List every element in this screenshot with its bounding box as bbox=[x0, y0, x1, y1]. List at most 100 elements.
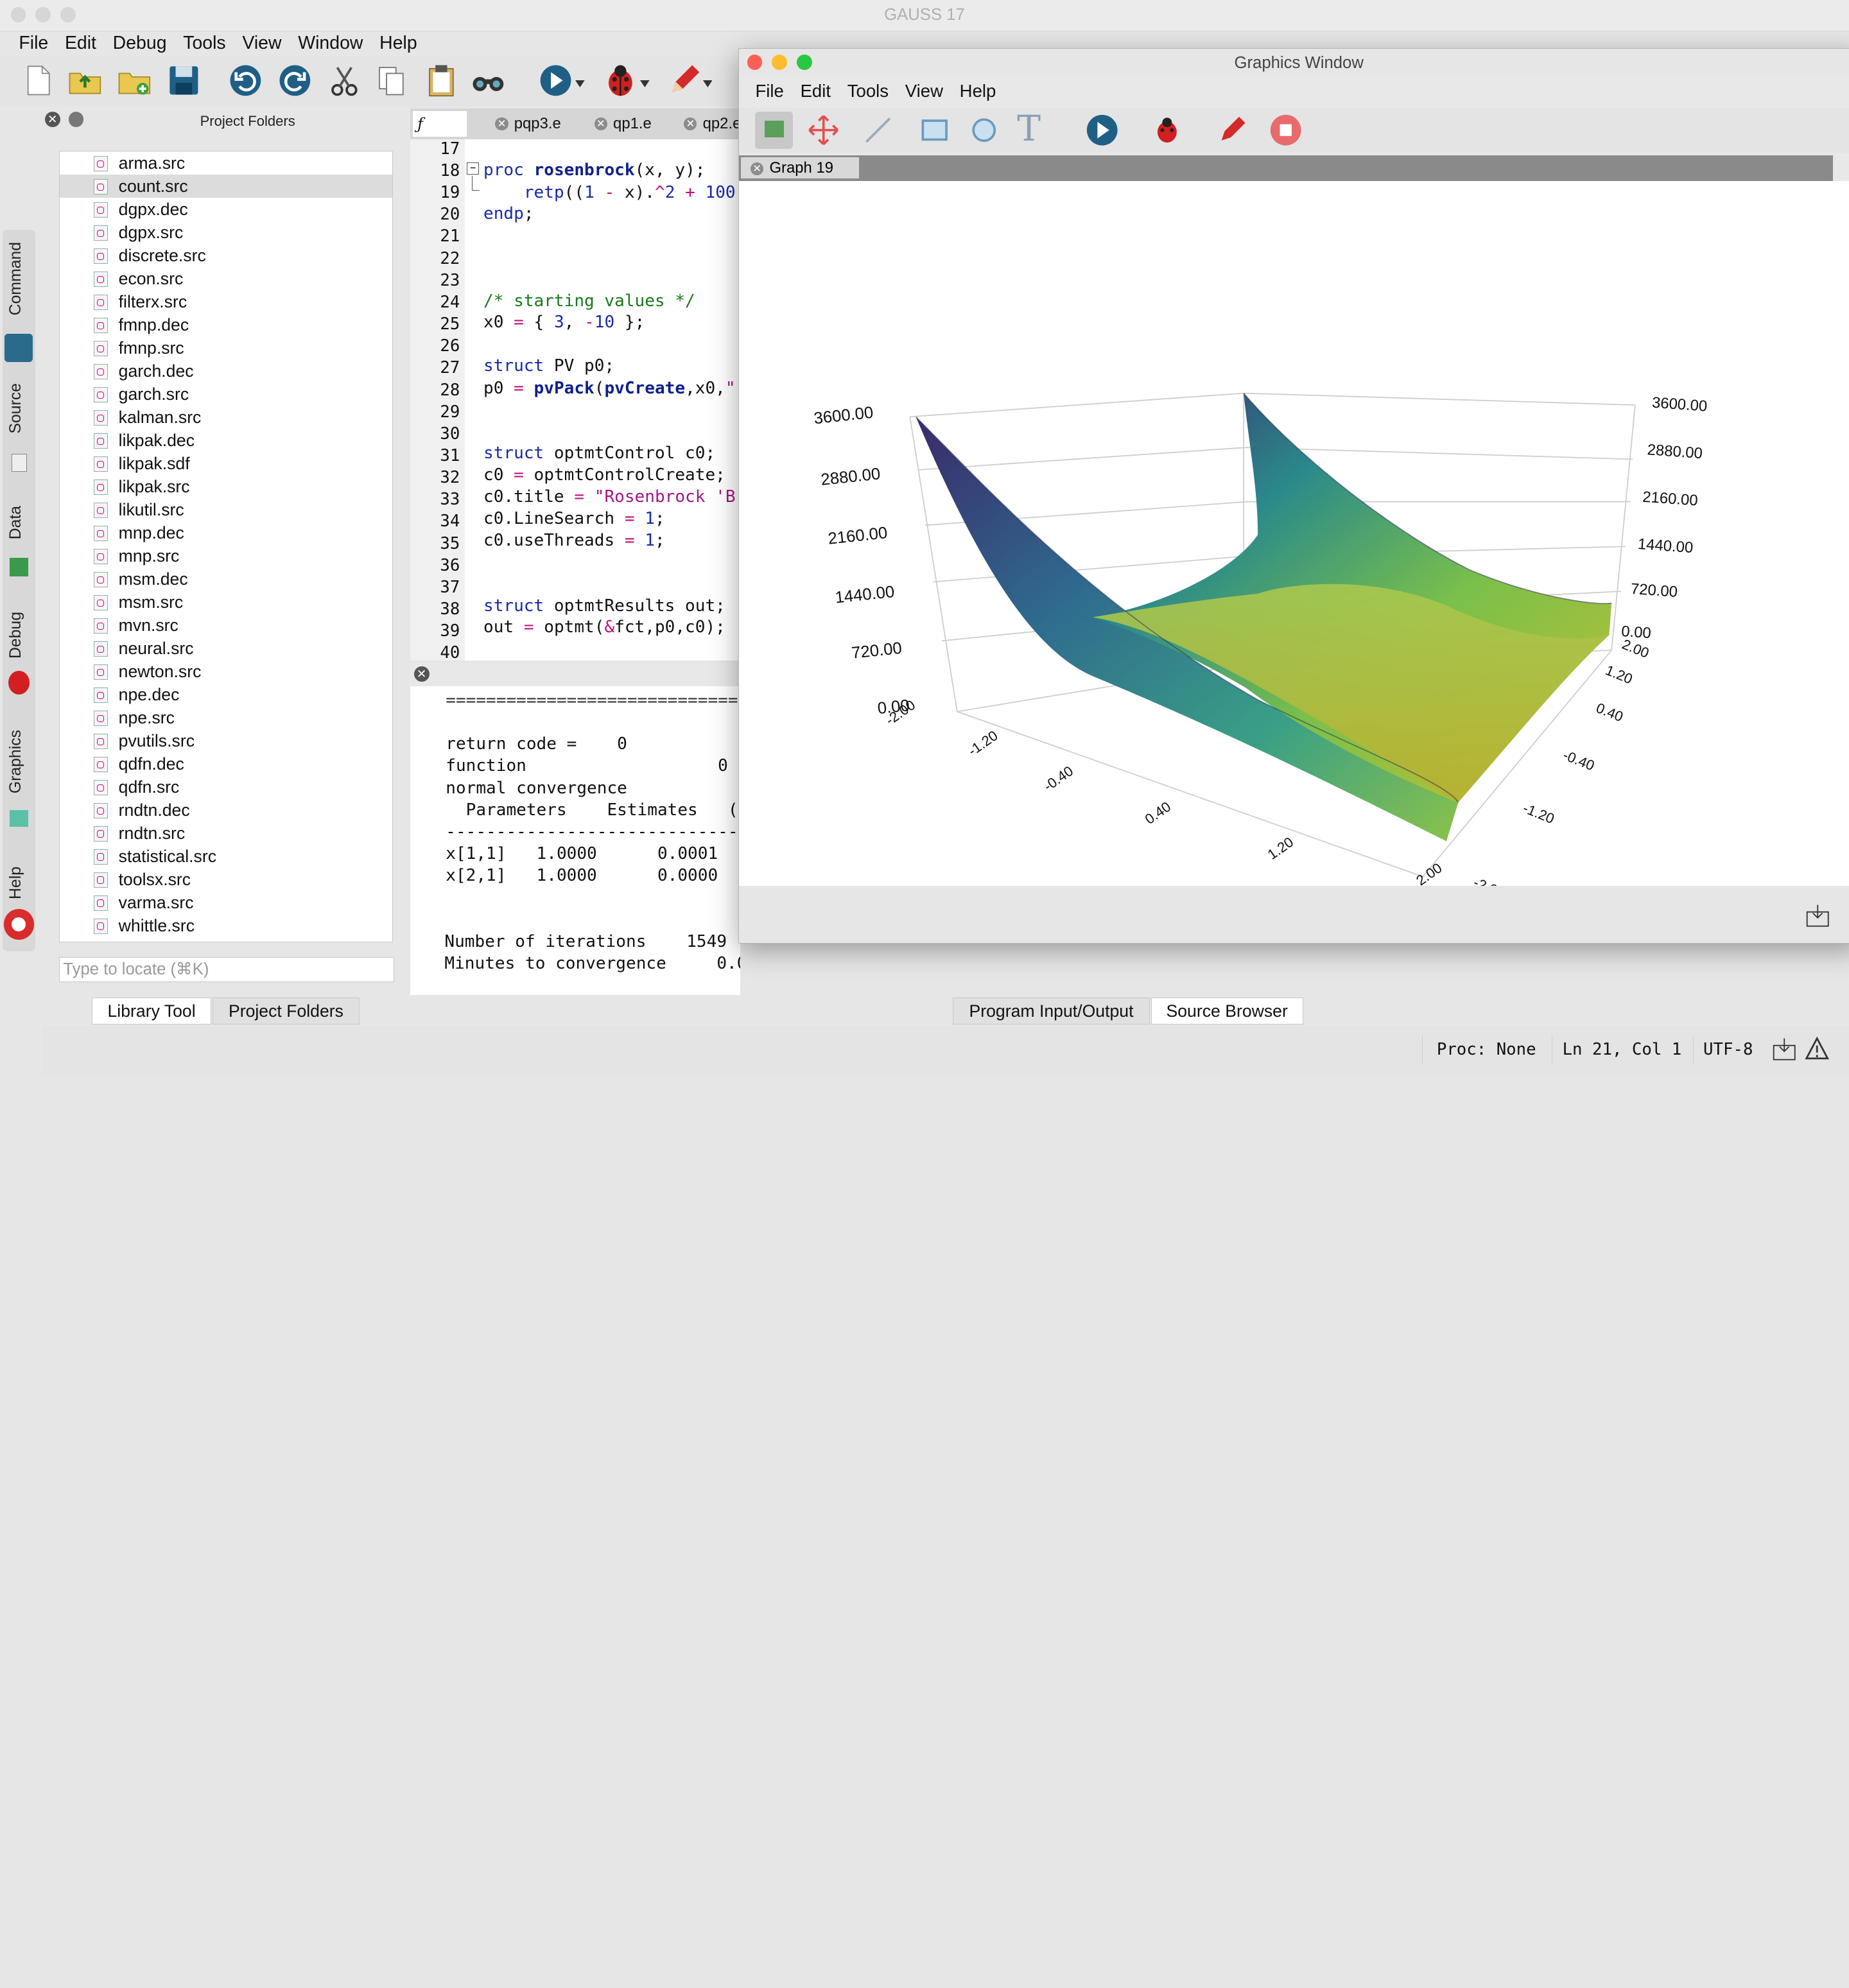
file-list-item[interactable]: varma.src bbox=[60, 891, 392, 914]
graphics-menu-file[interactable]: File bbox=[755, 81, 783, 101]
file-list-item[interactable]: fmnp.dec bbox=[60, 313, 392, 336]
cut-icon[interactable] bbox=[326, 62, 363, 99]
file-list-item[interactable]: rndtn.src bbox=[60, 822, 392, 845]
find-binoculars-icon[interactable] bbox=[469, 62, 507, 99]
file-list-item[interactable]: dgpx.src bbox=[60, 221, 392, 244]
tab-function-list[interactable]: ƒ bbox=[412, 110, 467, 137]
close-graph-tab-icon[interactable]: ✕ bbox=[751, 162, 764, 176]
run-dropdown-icon[interactable] bbox=[575, 80, 585, 87]
graphics-run-icon[interactable] bbox=[1086, 114, 1118, 146]
file-list-item[interactable]: likutil.src bbox=[60, 498, 392, 521]
file-list-item[interactable]: discrete.src bbox=[60, 244, 392, 267]
tab-graph-19[interactable]: ✕ Graph 19 bbox=[741, 157, 860, 179]
side-tab-command[interactable]: Command bbox=[3, 237, 35, 367]
graphics-menu-bar: File Edit Tools View Help bbox=[755, 81, 1012, 101]
graphics-menu-edit[interactable]: Edit bbox=[801, 81, 831, 101]
surface-plot-area[interactable]: 3600.00 2880.00 2160.00 1440.00 720.00 0.00 3… bbox=[738, 181, 1849, 901]
file-list-item[interactable]: likpak.src bbox=[60, 475, 392, 498]
text-tool-icon[interactable]: T bbox=[1017, 108, 1041, 149]
locate-input[interactable]: Type to locate (⌘K) bbox=[58, 957, 394, 983]
undo-icon[interactable] bbox=[227, 62, 265, 99]
tab-pqp3[interactable]: ✕ pqp3.e bbox=[495, 111, 589, 137]
file-list-item[interactable]: mvn.src bbox=[60, 614, 392, 637]
debug-dropdown-icon[interactable] bbox=[640, 80, 650, 87]
copy-icon[interactable] bbox=[372, 62, 410, 99]
file-list-item[interactable]: npe.dec bbox=[60, 683, 392, 706]
debug-ladybug-icon[interactable] bbox=[602, 62, 639, 99]
program-output[interactable]: ============================== return cod… bbox=[410, 686, 741, 996]
edit-dropdown-icon[interactable] bbox=[702, 80, 713, 87]
edit-pencil-icon[interactable] bbox=[665, 62, 703, 99]
ellipse-tool-icon[interactable] bbox=[968, 114, 1000, 146]
tab-program-input-output[interactable]: Program Input/Output bbox=[953, 997, 1150, 1025]
save-icon[interactable] bbox=[165, 62, 203, 99]
file-list-item[interactable]: qdfn.src bbox=[60, 775, 392, 799]
file-list-item[interactable]: rndtn.dec bbox=[60, 799, 392, 822]
graphics-menu-tools[interactable]: Tools bbox=[847, 81, 889, 101]
menu-view[interactable]: View bbox=[242, 33, 281, 54]
file-list-item[interactable]: mnp.dec bbox=[60, 521, 392, 544]
file-list-item[interactable]: toolsx.src bbox=[60, 868, 392, 891]
tab-project-folders[interactable]: Project Folders bbox=[212, 997, 360, 1025]
side-tab-graphics[interactable]: Graphics bbox=[3, 727, 35, 836]
file-list-item[interactable]: mnp.src bbox=[60, 544, 392, 567]
close-tab-icon[interactable]: ✕ bbox=[594, 117, 607, 131]
select-tool-icon[interactable] bbox=[755, 111, 794, 150]
side-tab-data[interactable]: Data bbox=[3, 503, 35, 588]
stop-icon[interactable] bbox=[1269, 114, 1302, 146]
file-list-item[interactable]: pvutils.src bbox=[60, 729, 392, 752]
file-list-item[interactable]: whittle.src bbox=[60, 914, 392, 937]
line-tool-icon[interactable] bbox=[862, 114, 894, 146]
menu-edit[interactable]: Edit bbox=[65, 33, 96, 54]
file-list-item[interactable]: fmnp.src bbox=[60, 336, 392, 359]
graphics-export-icon[interactable] bbox=[1805, 903, 1830, 928]
rectangle-tool-icon[interactable] bbox=[918, 114, 951, 146]
file-list-item[interactable]: statistical.src bbox=[60, 845, 392, 868]
file-list-item[interactable]: arma.src bbox=[60, 151, 392, 175]
fold-toggle-icon[interactable]: − bbox=[467, 162, 479, 175]
run-icon[interactable] bbox=[538, 62, 576, 99]
file-list-item[interactable]: msm.dec bbox=[60, 567, 392, 591]
file-list-item[interactable]: msm.src bbox=[60, 591, 392, 614]
file-list-item[interactable]: count.src bbox=[59, 175, 392, 198]
file-list-item[interactable]: garch.dec bbox=[60, 359, 392, 383]
graphics-menu-help[interactable]: Help bbox=[960, 81, 996, 101]
file-list-item[interactable]: kalman.src bbox=[60, 406, 392, 429]
export-icon[interactable] bbox=[1771, 1036, 1797, 1062]
warning-icon[interactable] bbox=[1804, 1036, 1830, 1062]
pan-tool-icon[interactable] bbox=[807, 114, 840, 146]
side-tab-source[interactable]: Source bbox=[3, 381, 35, 480]
file-list-item[interactable]: filterx.src bbox=[60, 290, 392, 313]
side-tab-help[interactable]: Help bbox=[3, 864, 35, 949]
graphics-debug-icon[interactable] bbox=[1152, 114, 1183, 146]
redo-icon[interactable] bbox=[276, 62, 314, 99]
close-tab-icon[interactable]: ✕ bbox=[495, 117, 508, 131]
file-list-item[interactable]: newton.src bbox=[60, 660, 392, 683]
new-folder-icon[interactable] bbox=[116, 62, 153, 99]
menu-debug[interactable]: Debug bbox=[113, 33, 167, 54]
file-list-item[interactable]: neural.src bbox=[60, 637, 392, 660]
close-output-icon[interactable]: ✕ bbox=[413, 666, 430, 682]
file-list-item[interactable]: econ.src bbox=[60, 267, 392, 290]
tab-source-browser[interactable]: Source Browser bbox=[1150, 997, 1303, 1025]
file-list-item[interactable]: likpak.sdf bbox=[60, 452, 392, 475]
code-editor[interactable]: 17 18 19 20 21 22 23 24 25 26 27 28 29 30 31 32 33 34 35 36… bbox=[410, 139, 741, 661]
graphics-menu-view[interactable]: View bbox=[905, 81, 943, 101]
file-list-item[interactable]: dgpx.dec bbox=[60, 198, 392, 221]
menu-help[interactable]: Help bbox=[379, 33, 417, 54]
file-list-item[interactable]: likpak.dec bbox=[60, 429, 392, 452]
paste-icon[interactable] bbox=[422, 62, 460, 99]
menu-file[interactable]: File bbox=[19, 33, 48, 54]
graphics-pencil-icon[interactable] bbox=[1215, 114, 1248, 146]
open-folder-icon[interactable] bbox=[66, 62, 104, 99]
file-list-item[interactable]: garch.src bbox=[60, 383, 392, 406]
file-list-item[interactable]: qdfn.dec bbox=[60, 752, 392, 775]
menu-window[interactable]: Window bbox=[298, 33, 363, 54]
menu-tools[interactable]: Tools bbox=[183, 33, 225, 54]
tab-library-tool[interactable]: Library Tool bbox=[92, 997, 211, 1025]
side-tab-debug[interactable]: Debug bbox=[3, 610, 35, 707]
tab-qp1[interactable]: ✕ qp1.e bbox=[594, 111, 679, 137]
new-file-icon[interactable] bbox=[19, 62, 56, 99]
close-tab-icon[interactable]: ✕ bbox=[684, 117, 697, 131]
file-list-item[interactable]: npe.src bbox=[60, 706, 392, 729]
